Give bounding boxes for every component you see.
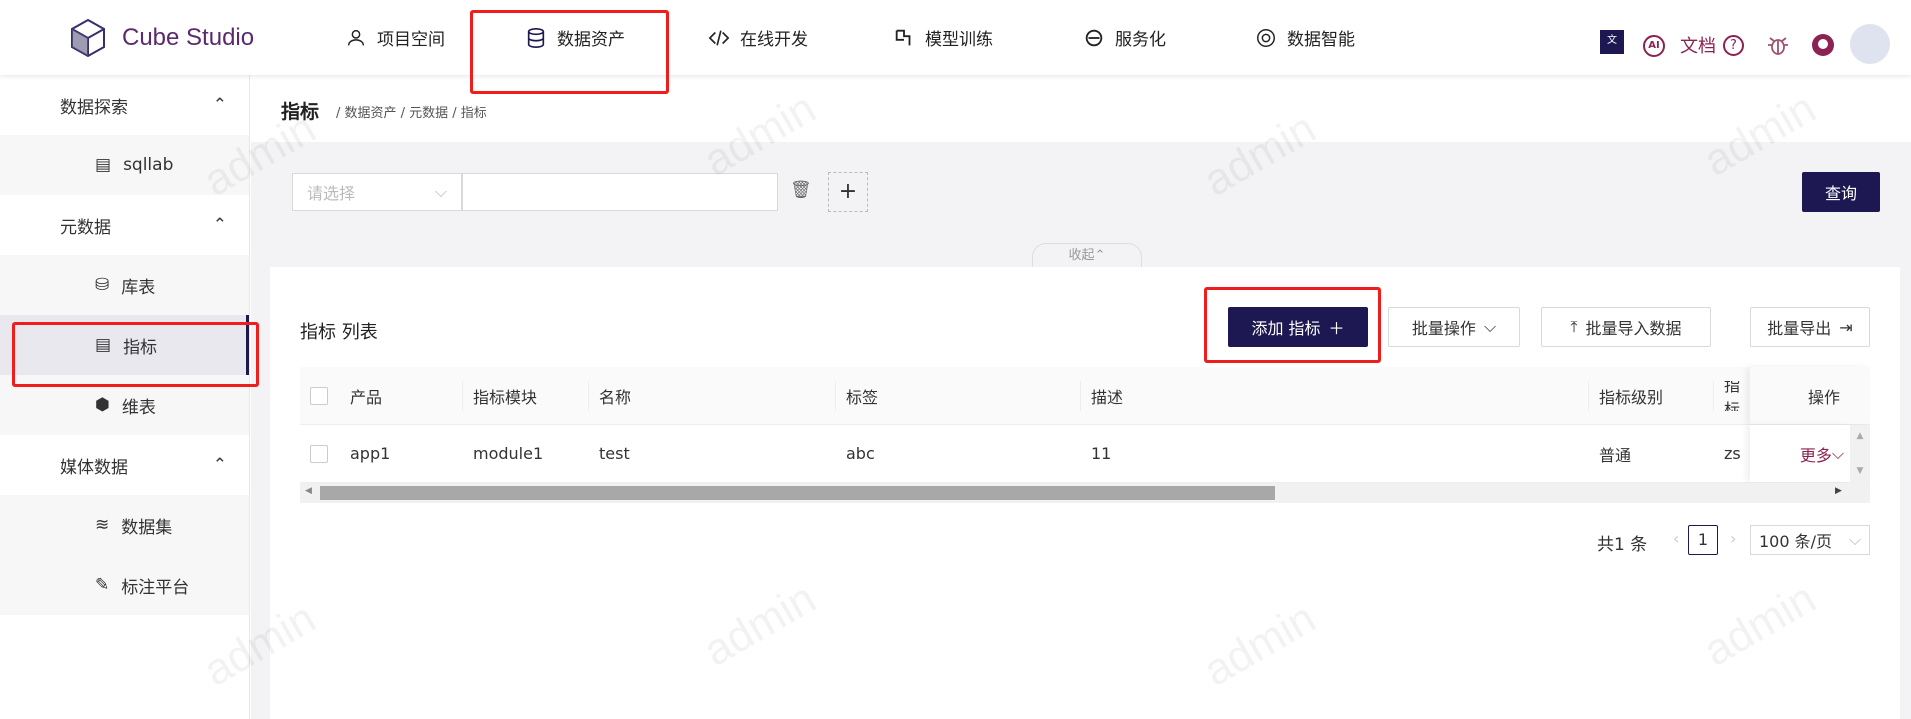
page-1-button[interactable]: 1 — [1688, 525, 1718, 555]
col-name[interactable]: 名称 — [588, 381, 631, 411]
avatar[interactable] — [1850, 24, 1890, 64]
team-icon — [347, 29, 365, 45]
page-title: 指标 — [281, 101, 320, 123]
table-row: app1 module1 test abc 11 普通 zs 更多 ⌵ ▲ ▼ — [300, 425, 1870, 483]
batch-ops-button[interactable]: 批量操作 ⌵ — [1388, 307, 1520, 347]
col-metric-owner[interactable]: 指标 — [1713, 381, 1753, 411]
help-icon[interactable]: ? — [1723, 35, 1744, 56]
chevron-up-icon: ⌃ — [212, 455, 227, 475]
sidebar-item-labeling[interactable]: ✎ 标注平台 — [0, 555, 249, 615]
upload-icon: ⤒ — [1570, 317, 1578, 336]
bug-icon[interactable] — [1766, 33, 1790, 57]
chevron-down-icon: ⌵ — [1483, 317, 1497, 336]
more-actions-dropdown[interactable]: 更多 ⌵ — [1750, 425, 1850, 482]
scrollbar-thumb[interactable] — [320, 486, 1275, 500]
file-icon: ▤ — [95, 155, 112, 175]
github-icon[interactable] — [1811, 33, 1835, 57]
nav-data-intelligence[interactable]: 数据智能 — [1255, 0, 1355, 75]
batch-export-button[interactable]: 批量导出 ⇥ — [1750, 307, 1870, 347]
col-actions: 操作 — [1750, 367, 1870, 424]
sidebar-group-metadata[interactable]: 元数据 ⌃ — [0, 195, 249, 255]
chevron-up-icon: ⌃ — [212, 215, 227, 235]
app-name: Cube Studio — [122, 24, 255, 51]
export-icon: ⇥ — [1839, 317, 1853, 337]
highlight-box — [1204, 287, 1381, 363]
sidebar-group-data-explore[interactable]: 数据探索 ⌃ — [0, 75, 249, 135]
col-module[interactable]: 指标模块 — [462, 381, 537, 411]
model-icon — [895, 29, 911, 45]
table-icon: ⛁ — [95, 275, 110, 295]
nav-model-training[interactable]: 模型训练 — [893, 0, 993, 75]
layers-icon: ≋ — [95, 515, 110, 535]
sidebar: 数据探索 ⌃ ▤ sqllab 元数据 ⌃ ⛁ 库表 ▤ 指标 ⬢ 维表 媒体数据 ⌃ ≋ 数据… — [0, 75, 250, 719]
cube-icon: ⬢ — [95, 395, 110, 415]
highlight-box — [12, 322, 259, 387]
chevron-down-icon: ⌵ — [1848, 530, 1861, 549]
filter-value-input[interactable] — [462, 173, 778, 211]
col-level[interactable]: 指标级别 — [1588, 381, 1663, 411]
query-button[interactable]: 查询 — [1802, 172, 1880, 212]
field-select[interactable]: 请选择 ⌵ — [292, 173, 462, 211]
openai-icon — [1257, 28, 1275, 47]
trash-icon[interactable]: 🗑 — [790, 180, 812, 200]
top-header: Cube Studio 项目空间 数据资产 在线开发 模型训练 服务化 数据智能… — [0, 0, 1911, 75]
language-icon[interactable]: 文 — [1600, 30, 1624, 54]
sidebar-item-sqllab[interactable]: ▤ sqllab — [0, 135, 249, 195]
nav-serving[interactable]: 服务化 — [1083, 0, 1166, 75]
list-card: 指标 列表 添加 指标＋ 批量操作 ⌵ ⤒ 批量导入数据 批量导出 ⇥ 产品 指标模块… — [270, 267, 1900, 719]
batch-import-button[interactable]: ⤒ 批量导入数据 — [1541, 307, 1711, 347]
chevron-down-icon: ⌵ — [434, 182, 447, 201]
highlight-box — [470, 10, 669, 94]
next-page-button[interactable]: › — [1730, 529, 1736, 548]
collapse-toggle[interactable]: 收起⌃ — [1032, 243, 1142, 269]
page-size-select[interactable]: 100 条/页 ⌵ — [1750, 525, 1870, 555]
sidebar-group-media[interactable]: 媒体数据 ⌃ — [0, 435, 249, 495]
docs-link[interactable]: 文档 — [1680, 32, 1716, 58]
col-product[interactable]: 产品 — [350, 367, 382, 424]
table-header: 产品 指标模块 名称 标签 描述 指标级别 指标 操作 — [300, 367, 1870, 425]
add-filter-button[interactable]: + — [828, 172, 868, 212]
col-tags[interactable]: 标签 — [835, 381, 878, 411]
nav-projects[interactable]: 项目空间 — [345, 0, 445, 75]
ie-icon — [1085, 29, 1103, 46]
ai-icon[interactable]: AI — [1643, 35, 1665, 57]
col-desc[interactable]: 描述 — [1080, 381, 1123, 411]
sidebar-item-datasets[interactable]: ≋ 数据集 — [0, 495, 249, 555]
breadcrumb-path: / 数据资产 / 元数据 / 指标 — [336, 106, 487, 121]
select-all-checkbox[interactable] — [310, 386, 328, 405]
pen-icon: ✎ — [95, 575, 110, 595]
horizontal-scrollbar[interactable]: ◀ ▶ — [300, 483, 1870, 503]
code-icon — [708, 29, 730, 46]
sidebar-item-tables[interactable]: ⛁ 库表 — [0, 255, 249, 315]
nav-online-dev[interactable]: 在线开发 — [708, 0, 808, 75]
chevron-up-icon: ⌃ — [212, 95, 227, 115]
total-count: 共1 条 — [1597, 535, 1648, 555]
list-title: 指标 列表 — [300, 322, 378, 343]
cube-logo-icon — [71, 18, 105, 58]
row-checkbox[interactable] — [310, 444, 328, 463]
vertical-scrollbar[interactable]: ▲ ▼ — [1850, 425, 1870, 482]
prev-page-button[interactable]: ‹ — [1673, 529, 1679, 548]
